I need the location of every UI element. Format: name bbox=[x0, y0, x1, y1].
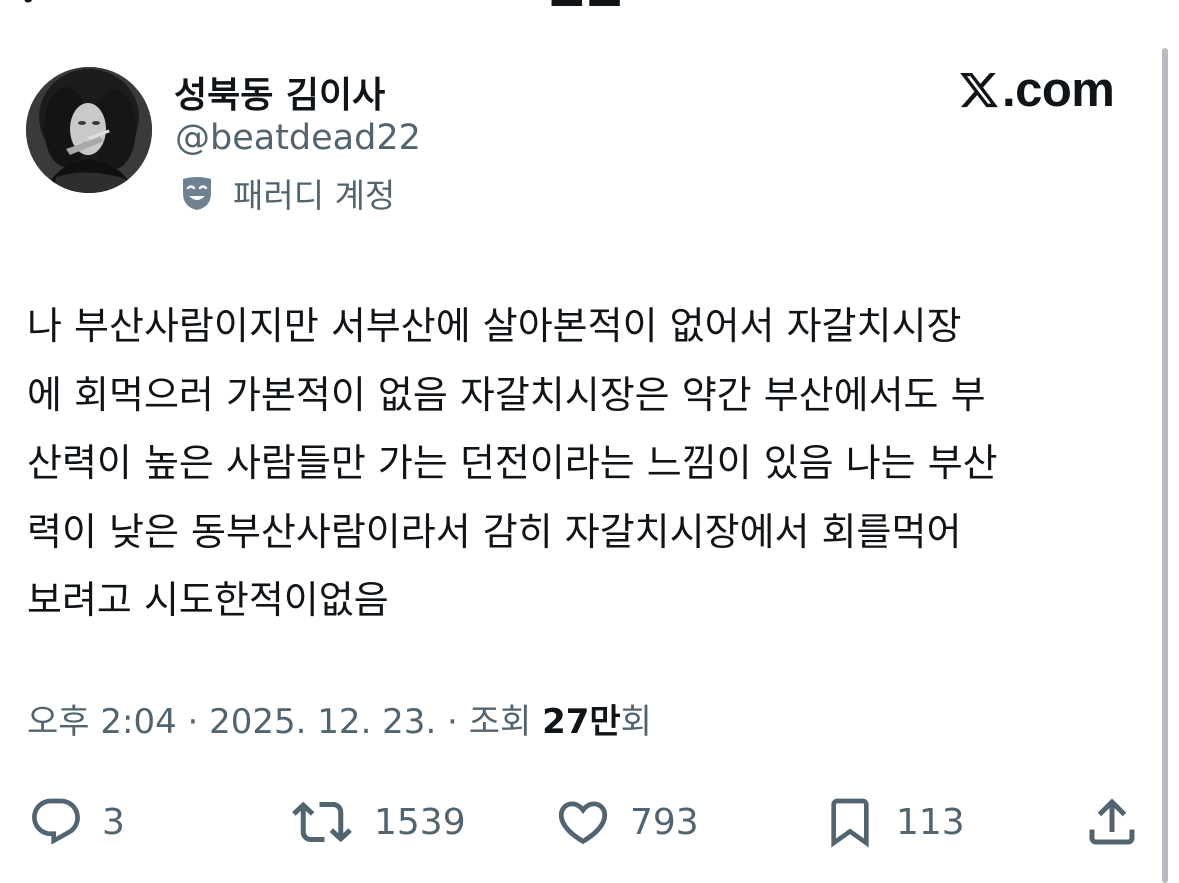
speech-bubble-icon bbox=[32, 798, 80, 845]
bookmark-count: 113 bbox=[896, 801, 965, 843]
avatar-photo bbox=[26, 67, 152, 193]
share-button[interactable] bbox=[1082, 792, 1142, 852]
avatar[interactable] bbox=[26, 67, 152, 193]
display-name[interactable]: 성북동 김이사 bbox=[174, 66, 385, 118]
views-label: 조회 bbox=[468, 702, 543, 742]
reply-button[interactable]: 3 bbox=[28, 792, 125, 852]
cropped-header-text: ■■ bbox=[548, 0, 624, 6]
repost-arrows-icon bbox=[292, 801, 352, 843]
tweet-metadata: 오후 2:04 · 2025. 12. 23. · 조회 27만회 bbox=[27, 694, 652, 743]
cropped-previous-content: ✔ ■■ bbox=[0, 0, 1179, 6]
domain-dot: . bbox=[1002, 63, 1016, 117]
cropped-back-arrow: ✔ bbox=[18, 0, 52, 6]
parody-account-label: 패러디 계정 bbox=[177, 171, 395, 215]
heart-icon bbox=[558, 801, 608, 845]
user-handle[interactable]: @beatdead22 bbox=[175, 118, 421, 158]
repost-button[interactable]: 1539 bbox=[288, 792, 466, 852]
views-count: 27만 bbox=[542, 702, 621, 742]
tweet-body: 나 부산사람이지만 서부산에 살아본적이 없어서 자갈치시장 에 회먹으러 가본… bbox=[27, 304, 998, 622]
meta-separator: · bbox=[176, 702, 210, 742]
reply-count: 3 bbox=[102, 801, 125, 843]
meta-separator: · bbox=[436, 702, 469, 742]
repost-count: 1539 bbox=[374, 801, 466, 843]
tweet-date[interactable]: 2025. 12. 23. bbox=[209, 702, 436, 742]
domain-text: com bbox=[1015, 63, 1115, 117]
scrollbar[interactable] bbox=[1162, 48, 1168, 883]
x-logo-icon bbox=[960, 72, 998, 108]
x-com-watermark: . com bbox=[958, 62, 1115, 118]
like-button[interactable]: 793 bbox=[554, 792, 699, 852]
bookmark-icon bbox=[831, 798, 869, 848]
like-count: 793 bbox=[630, 801, 699, 843]
theater-mask-icon bbox=[183, 177, 211, 210]
tweet-time[interactable]: 오후 2:04 bbox=[27, 702, 177, 742]
views-suffix: 회 bbox=[620, 702, 652, 742]
bookmark-button[interactable]: 113 bbox=[822, 792, 965, 852]
share-upload-icon bbox=[1089, 798, 1135, 845]
parody-label-text: 패러디 계정 bbox=[233, 176, 396, 215]
